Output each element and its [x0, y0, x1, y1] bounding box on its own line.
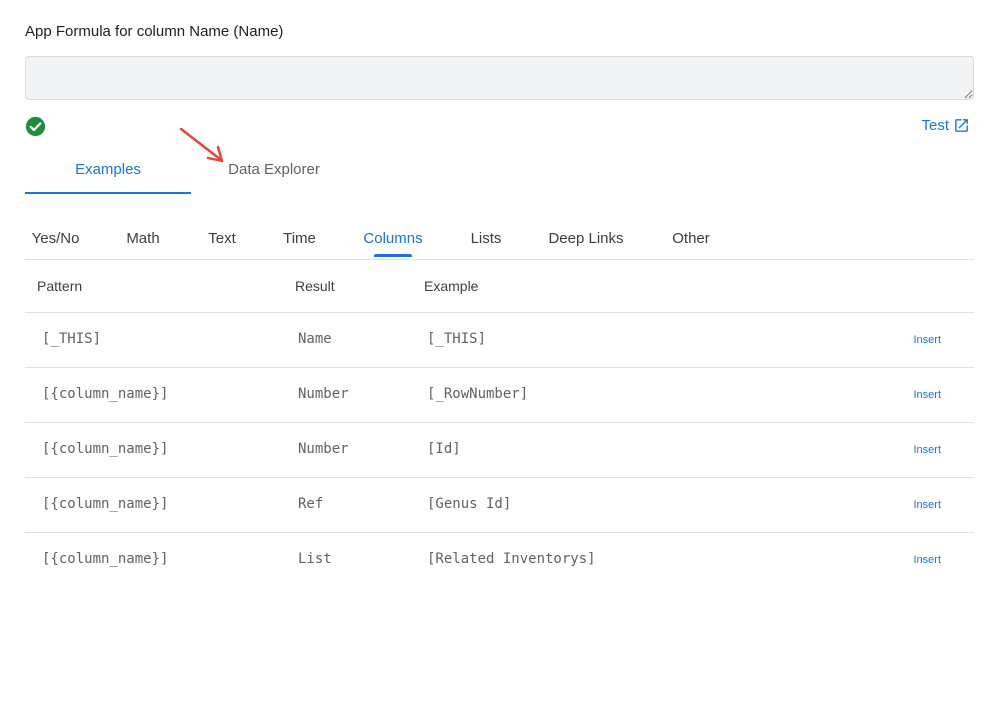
cell-pattern: [{column_name}]: [42, 386, 169, 402]
tab-examples[interactable]: Examples: [25, 145, 191, 194]
tab-label: Lists: [470, 229, 502, 247]
active-tab-indicator: [374, 254, 412, 257]
tab-time[interactable]: Time: [276, 218, 323, 258]
tab-label: Columns: [363, 229, 423, 247]
function-category-tabs: Yes/No Math Text Time Columns Lists Deep…: [25, 218, 974, 260]
table-row: [{column_name}] List [Related Inventorys…: [25, 533, 974, 588]
cell-result: Number: [298, 386, 349, 402]
table-row: [_THIS] Name [_THIS] Insert: [25, 313, 974, 368]
table-row: [{column_name}] Ref [Genus Id] Insert: [25, 478, 974, 533]
cell-example: [Id]: [427, 441, 461, 457]
test-link-label: Test: [921, 117, 949, 134]
table-row: [{column_name}] Number [Id] Insert: [25, 423, 974, 478]
formula-label: App Formula for column Name (Name): [25, 23, 284, 40]
header-pattern: Pattern: [37, 278, 83, 294]
cell-result: Name: [298, 331, 332, 347]
table-row: [{column_name}] Number [_RowNumber] Inse…: [25, 368, 974, 423]
active-tab-underline: [25, 192, 191, 194]
tab-label: Math: [126, 229, 160, 247]
tab-yes-no[interactable]: Yes/No: [25, 218, 86, 258]
app-formula-editor: App Formula for column Name (Name) Test …: [0, 0, 999, 715]
tab-data-explorer-label: Data Explorer: [228, 161, 320, 178]
insert-button[interactable]: Insert: [913, 334, 941, 346]
insert-button[interactable]: Insert: [913, 554, 941, 566]
cell-result: Number: [298, 441, 349, 457]
tab-other[interactable]: Other: [665, 218, 717, 258]
cell-pattern: [_THIS]: [42, 331, 102, 347]
table-header: Pattern Result Example: [25, 260, 974, 313]
cell-pattern: [{column_name}]: [42, 551, 169, 567]
tab-text[interactable]: Text: [199, 218, 245, 258]
cell-example: [_RowNumber]: [427, 386, 529, 402]
open-in-new-icon: [955, 119, 968, 132]
header-example: Example: [424, 278, 479, 294]
cell-example: [Related Inventorys]: [427, 551, 596, 567]
formula-input[interactable]: [25, 56, 974, 100]
cell-pattern: [{column_name}]: [42, 496, 169, 512]
header-result: Result: [295, 278, 335, 294]
tab-math[interactable]: Math: [115, 218, 171, 258]
tab-examples-label: Examples: [75, 161, 141, 178]
insert-button[interactable]: Insert: [913, 499, 941, 511]
cell-result: List: [298, 551, 332, 567]
annotation-arrow-icon: [179, 127, 224, 163]
cell-result: Ref: [298, 496, 324, 512]
test-link[interactable]: Test: [921, 117, 970, 134]
tab-columns[interactable]: Columns: [355, 218, 431, 258]
tab-label: Text: [208, 229, 236, 247]
tab-label: Deep Links: [548, 229, 624, 247]
insert-button[interactable]: Insert: [913, 389, 941, 401]
examples-table: Pattern Result Example [_THIS] Name [_TH…: [25, 260, 974, 588]
cell-example: [_THIS]: [427, 331, 487, 347]
tab-deep-links[interactable]: Deep Links: [541, 218, 631, 258]
tab-label: Time: [283, 229, 316, 247]
cell-pattern: [{column_name}]: [42, 441, 169, 457]
tab-label: Yes/No: [31, 229, 80, 247]
check-circle-icon: [25, 116, 46, 137]
tab-label: Other: [672, 229, 710, 247]
insert-button[interactable]: Insert: [913, 444, 941, 456]
tab-lists[interactable]: Lists: [462, 218, 510, 258]
cell-example: [Genus Id]: [427, 496, 512, 512]
